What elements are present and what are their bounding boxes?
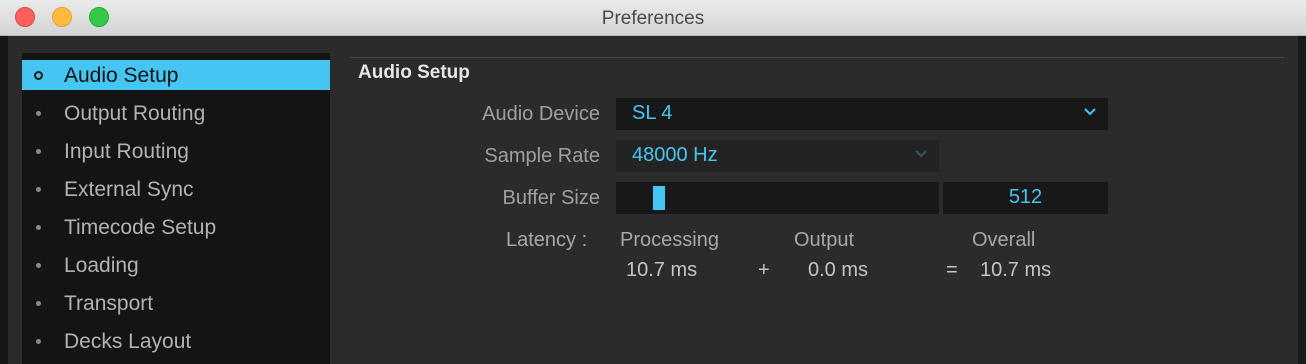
latency-overall-header: Overall [972,229,1036,251]
buffer-size-value: 512 [1008,186,1043,208]
sidebar-item-timecode-setup[interactable]: Timecode Setup [22,212,330,242]
audio-device-value: SL 4 [632,102,673,124]
bullet-icon [36,263,41,268]
sidebar-item-audio-setup[interactable]: Audio Setup [22,60,330,90]
sidebar-item-label: Transport [64,292,154,315]
latency-label: Latency : [506,229,588,251]
bullet-icon [34,71,43,80]
section-divider [350,57,1284,58]
buffer-size-slider[interactable] [616,182,939,214]
buffer-size-slider-handle[interactable] [653,186,665,210]
latency-plus-sign: + [758,259,770,281]
sidebar-item-decks-layout[interactable]: Decks Layout [22,326,330,356]
latency-equals-sign: = [946,259,958,281]
sample-rate-value: 48000 Hz [632,144,718,166]
bullet-icon [36,149,41,154]
bullet-icon [36,339,41,344]
sample-rate-select[interactable]: 48000 Hz [616,140,939,172]
chevron-down-icon [1084,104,1096,120]
bullet-icon [36,111,41,116]
sidebar-item-label: Timecode Setup [64,216,217,239]
right-edge [1298,36,1306,364]
latency-output-value: 0.0 ms [808,259,869,281]
sidebar-item-label: Input Routing [64,140,189,163]
buffer-size-value-field[interactable]: 512 [943,182,1108,214]
sidebar-item-external-sync[interactable]: External Sync [22,174,330,204]
bullet-icon [36,187,41,192]
section-title: Audio Setup [358,62,470,83]
sidebar-item-input-routing[interactable]: Input Routing [22,136,330,166]
sidebar: Audio Setup Output Routing Input Routing… [22,53,330,364]
bullet-icon [36,301,41,306]
sidebar-item-label: Output Routing [64,102,206,125]
bullet-icon [36,225,41,230]
sidebar-item-label: External Sync [64,178,194,201]
chevron-down-icon [915,146,927,162]
latency-overall-value: 10.7 ms [980,259,1052,281]
buffer-size-label: Buffer Size [502,187,600,209]
sample-rate-label: Sample Rate [484,145,600,167]
sidebar-item-output-routing[interactable]: Output Routing [22,98,330,128]
sidebar-item-label: Loading [64,254,139,277]
latency-processing-header: Processing [620,229,719,251]
sidebar-item-label: Decks Layout [64,330,192,353]
latency-processing-value: 10.7 ms [626,259,698,281]
sidebar-item-transport[interactable]: Transport [22,288,330,318]
audio-device-select[interactable]: SL 4 [616,98,1108,130]
title-bar: Preferences [0,0,1306,36]
sidebar-item-loading[interactable]: Loading [22,250,330,280]
left-edge [0,36,8,364]
latency-output-header: Output [794,229,855,251]
sidebar-item-label: Audio Setup [64,64,179,87]
window-title: Preferences [601,8,705,29]
audio-device-label: Audio Device [482,103,600,125]
